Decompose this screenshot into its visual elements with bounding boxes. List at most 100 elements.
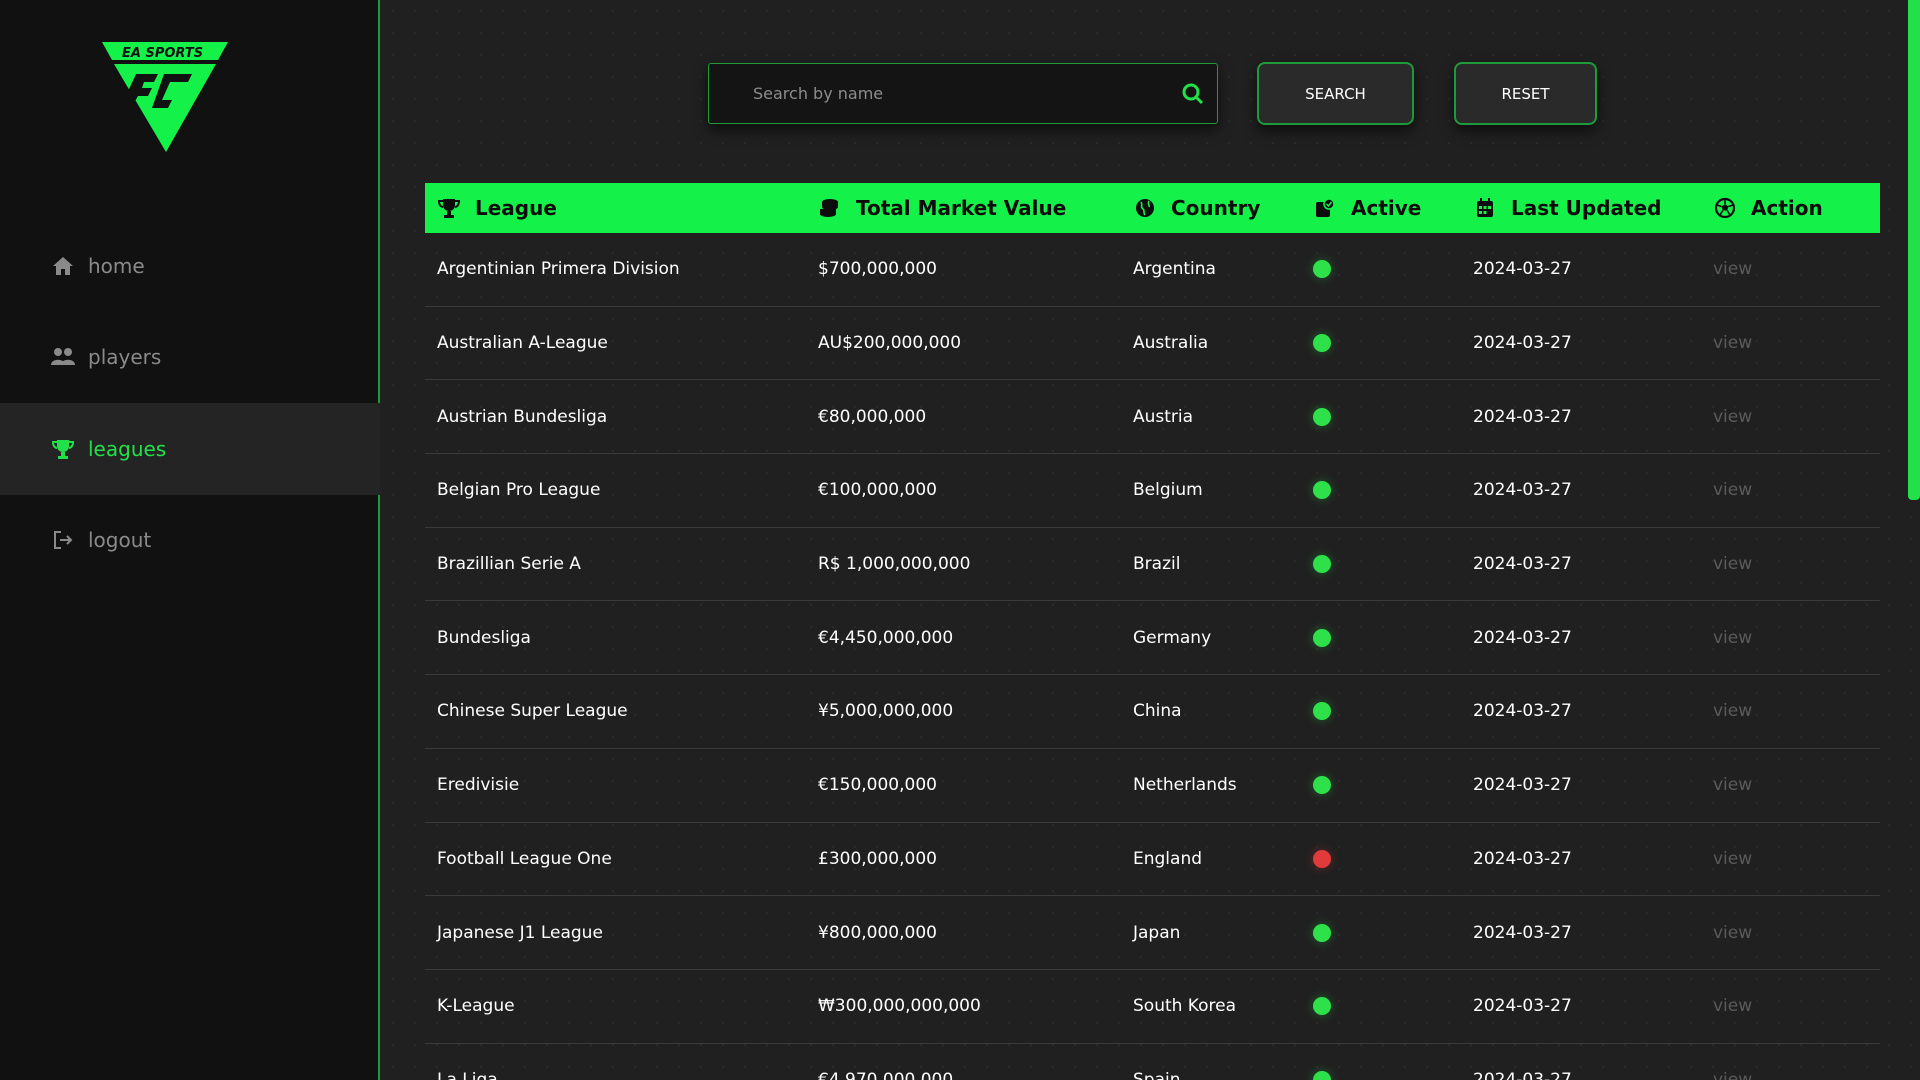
search-input[interactable]: [709, 64, 1217, 123]
market-value: €4,970,000,000: [818, 1069, 954, 1080]
sidebar-item-leagues[interactable]: leagues: [0, 403, 390, 495]
table-row[interactable]: Japanese J1 League ¥800,000,000 Japan 20…: [425, 896, 1880, 970]
active-status: [1313, 776, 1473, 795]
status-dot: [1313, 1070, 1331, 1080]
table-header: League Total Market Value Country Active: [425, 183, 1880, 233]
view-link[interactable]: view: [1713, 1070, 1752, 1080]
table-row[interactable]: Belgian Pro League €100,000,000 Belgium …: [425, 454, 1880, 528]
header-market-value[interactable]: Total Market Value: [818, 183, 1133, 233]
trophy-icon: [437, 196, 461, 220]
action-cell: view: [1713, 996, 1880, 1016]
league-name: Argentinian Primera Division: [437, 259, 680, 280]
search-icon[interactable]: [1181, 82, 1205, 106]
header-label: Action: [1751, 196, 1823, 220]
sidebar-item-label: players: [88, 345, 162, 369]
reset-button[interactable]: RESET: [1454, 62, 1597, 125]
view-link[interactable]: view: [1713, 480, 1752, 500]
table-row[interactable]: Football League One £300,000,000 England…: [425, 823, 1880, 897]
status-dot: [1313, 334, 1331, 353]
country-name: Japan: [1133, 922, 1181, 943]
active-status: [1313, 702, 1473, 721]
table-row[interactable]: Australian A-League AU$200,000,000 Austr…: [425, 307, 1880, 381]
market-value: €80,000,000: [818, 406, 927, 427]
active-status: [1313, 923, 1473, 942]
status-dot: [1313, 628, 1331, 647]
home-icon: [50, 255, 76, 277]
ea-sports-fc-logo[interactable]: EA SPORTS: [100, 38, 230, 158]
action-cell: view: [1713, 407, 1880, 427]
view-link[interactable]: view: [1713, 775, 1752, 795]
header-label: Last Updated: [1511, 196, 1662, 220]
users-icon: [50, 346, 76, 368]
action-cell: view: [1713, 259, 1880, 279]
country-name: Belgium: [1133, 480, 1203, 501]
view-link[interactable]: view: [1713, 333, 1752, 353]
last-updated: 2024-03-27: [1473, 480, 1572, 501]
header-last-updated[interactable]: Last Updated: [1473, 183, 1713, 233]
last-updated: 2024-03-27: [1473, 701, 1572, 722]
table-row[interactable]: Austrian Bundesliga €80,000,000 Austria …: [425, 380, 1880, 455]
view-link[interactable]: view: [1713, 259, 1752, 279]
league-name: Bundesliga: [437, 627, 531, 648]
action-cell: view: [1713, 1070, 1880, 1080]
table-row[interactable]: Eredivisie €150,000,000 Netherlands 2024…: [425, 749, 1880, 823]
market-value: €100,000,000: [818, 480, 937, 501]
active-status: [1313, 997, 1473, 1016]
scrollbar-thumb[interactable]: [1908, 0, 1920, 500]
toggle-status-icon: [1313, 196, 1337, 220]
action-cell: view: [1713, 775, 1880, 795]
action-cell: view: [1713, 923, 1880, 943]
view-link[interactable]: view: [1713, 701, 1752, 721]
view-link[interactable]: view: [1713, 628, 1752, 648]
country-name: England: [1133, 848, 1203, 869]
table-row[interactable]: Bundesliga €4,450,000,000 Germany 2024-0…: [425, 601, 1880, 676]
header-league[interactable]: League: [425, 183, 818, 233]
last-updated: 2024-03-27: [1473, 333, 1572, 354]
country-name: Argentina: [1133, 259, 1216, 280]
view-link[interactable]: view: [1713, 923, 1752, 943]
table-row[interactable]: Brazillian Serie A R$ 1,000,000,000 Braz…: [425, 528, 1880, 602]
sidebar-item-home[interactable]: home: [0, 220, 380, 312]
view-link[interactable]: view: [1713, 554, 1752, 574]
main-content: SEARCH RESET League Total Market Value C…: [382, 0, 1920, 1080]
league-name: Belgian Pro League: [437, 480, 601, 501]
league-name: La Liga: [437, 1069, 498, 1080]
sidebar-item-players[interactable]: players: [0, 311, 380, 403]
country-name: Germany: [1133, 627, 1212, 648]
status-dot: [1313, 997, 1331, 1016]
last-updated: 2024-03-27: [1473, 406, 1572, 427]
market-value: ¥5,000,000,000: [818, 701, 954, 722]
header-country[interactable]: Country: [1133, 183, 1313, 233]
country-name: Spain: [1133, 1069, 1181, 1080]
view-link[interactable]: view: [1713, 407, 1752, 427]
country-name: China: [1133, 701, 1182, 722]
action-cell: view: [1713, 480, 1880, 500]
header-label: Total Market Value: [856, 196, 1067, 220]
view-link[interactable]: view: [1713, 849, 1752, 869]
status-dot: [1313, 260, 1331, 279]
sidebar: EA SPORTS home players leagues logout: [0, 0, 390, 1080]
logo-text: EA SPORTS: [122, 46, 203, 61]
search-button[interactable]: SEARCH: [1257, 62, 1414, 125]
logout-icon: [50, 529, 76, 551]
view-link[interactable]: view: [1713, 996, 1752, 1016]
header-active[interactable]: Active: [1313, 183, 1473, 233]
sidebar-item-logout[interactable]: logout: [0, 494, 380, 586]
calendar-icon: [1473, 196, 1497, 220]
search-box: [708, 63, 1218, 124]
table-row[interactable]: Chinese Super League ¥5,000,000,000 Chin…: [425, 675, 1880, 749]
header-action[interactable]: Action: [1713, 183, 1880, 233]
table-row[interactable]: Argentinian Primera Division $700,000,00…: [425, 233, 1880, 307]
active-status: [1313, 407, 1473, 426]
globe-icon: [1133, 196, 1157, 220]
status-dot: [1313, 481, 1331, 500]
market-value: £300,000,000: [818, 848, 937, 869]
active-status: [1313, 555, 1473, 574]
status-dot: [1313, 407, 1331, 426]
league-name: Chinese Super League: [437, 701, 628, 722]
market-value: €150,000,000: [818, 775, 937, 796]
country-name: Netherlands: [1133, 775, 1237, 796]
table-row[interactable]: K-League ₩300,000,000,000 South Korea 20…: [425, 970, 1880, 1044]
table-row[interactable]: La Liga €4,970,000,000 Spain 2024-03-27 …: [425, 1044, 1880, 1080]
active-status: [1313, 1070, 1473, 1080]
